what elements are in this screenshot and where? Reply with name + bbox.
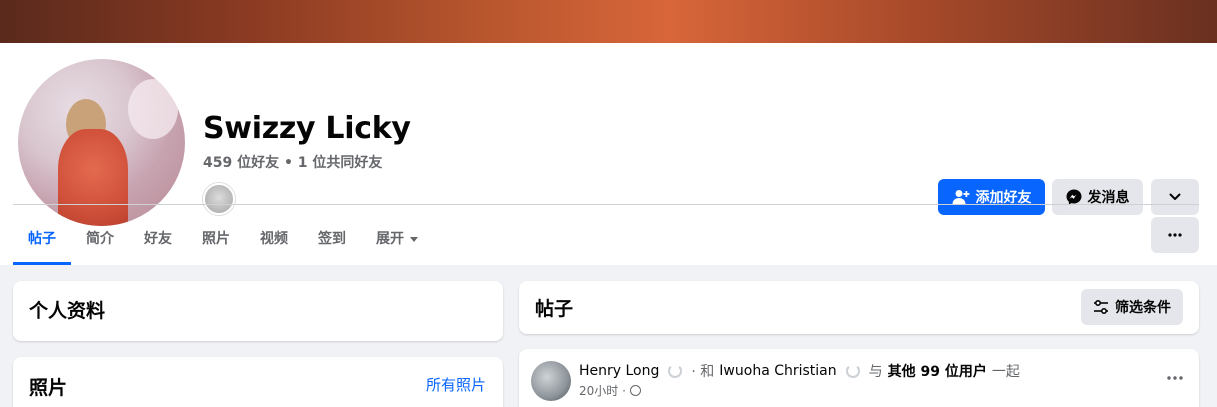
post-together-text: 一起 <box>991 364 1020 380</box>
post-header-line: Henry Long · 和 Iwuoha Christian 与 其他 99 … <box>579 361 1020 381</box>
all-photos-link[interactable]: 所有照片 <box>426 374 486 395</box>
post-author-name[interactable]: Henry Long <box>579 363 659 379</box>
mutual-friend-avatar[interactable] <box>203 183 235 215</box>
posts-header-card: 帖子 筛选条件 <box>519 281 1199 334</box>
profile-tabs: 帖子 简介 好友 照片 视频 签到 展开 <box>13 212 433 265</box>
post-and-text: · 和 <box>691 364 715 380</box>
more-dots-icon <box>1167 376 1183 380</box>
tab-photos[interactable]: 照片 <box>187 212 245 264</box>
chevron-down-icon <box>1169 193 1181 200</box>
profile-name: Swizzy Licky <box>203 111 411 146</box>
posts-title: 帖子 <box>535 298 574 320</box>
tab-label: 好友 <box>144 231 172 247</box>
tab-friends[interactable]: 好友 <box>129 212 187 264</box>
filter-button[interactable]: 筛选条件 <box>1081 289 1183 325</box>
tab-about[interactable]: 简介 <box>71 212 129 264</box>
post-with-text: 与 <box>868 364 883 380</box>
globe-icon <box>629 385 641 396</box>
profile-more-button[interactable] <box>1151 179 1199 215</box>
filter-sliders-icon <box>1094 300 1108 314</box>
tab-label: 签到 <box>318 231 346 247</box>
tab-label: 展开 <box>376 231 404 247</box>
intro-card: 个人资料 <box>13 281 503 341</box>
loading-icon <box>668 364 683 378</box>
feed-post: Henry Long · 和 Iwuoha Christian 与 其他 99 … <box>519 349 1199 407</box>
post-timestamp: 20小时 · <box>579 382 641 399</box>
intro-title: 个人资料 <box>29 300 106 322</box>
photos-card: 照片 所有照片 <box>13 357 503 407</box>
add-friend-button[interactable]: 添加好友 <box>938 179 1045 215</box>
tab-label: 帖子 <box>28 231 56 247</box>
messenger-icon <box>1066 189 1081 205</box>
tab-label: 简介 <box>86 231 114 247</box>
person-plus-icon <box>952 190 969 204</box>
tab-checkins[interactable]: 签到 <box>303 212 361 264</box>
header-divider <box>13 204 1199 205</box>
tab-posts[interactable]: 帖子 <box>13 212 71 265</box>
friends-summary[interactable]: 459 位好友 • 1 位共同好友 <box>203 152 382 172</box>
post-more-button[interactable] <box>1167 365 1183 384</box>
more-dots-icon <box>1168 233 1182 237</box>
tab-label: 照片 <box>202 231 230 247</box>
post-author-avatar[interactable] <box>531 361 571 401</box>
others-link[interactable]: 其他 99 位用户 <box>888 361 987 381</box>
cover-photo[interactable] <box>0 0 1217 43</box>
tagged-user-name[interactable]: Iwuoha Christian <box>719 363 836 379</box>
loading-icon <box>845 364 860 378</box>
filter-label: 筛选条件 <box>1115 300 1171 316</box>
tab-more[interactable]: 展开 <box>361 212 433 264</box>
tab-videos[interactable]: 视频 <box>245 212 303 264</box>
post-time[interactable]: 20小时 · <box>579 382 626 399</box>
message-button[interactable]: 发消息 <box>1052 179 1143 215</box>
tabs-more-button[interactable] <box>1151 217 1199 253</box>
photos-title: 照片 <box>29 377 68 399</box>
tab-label: 视频 <box>260 231 288 247</box>
caret-down-icon <box>410 236 418 242</box>
